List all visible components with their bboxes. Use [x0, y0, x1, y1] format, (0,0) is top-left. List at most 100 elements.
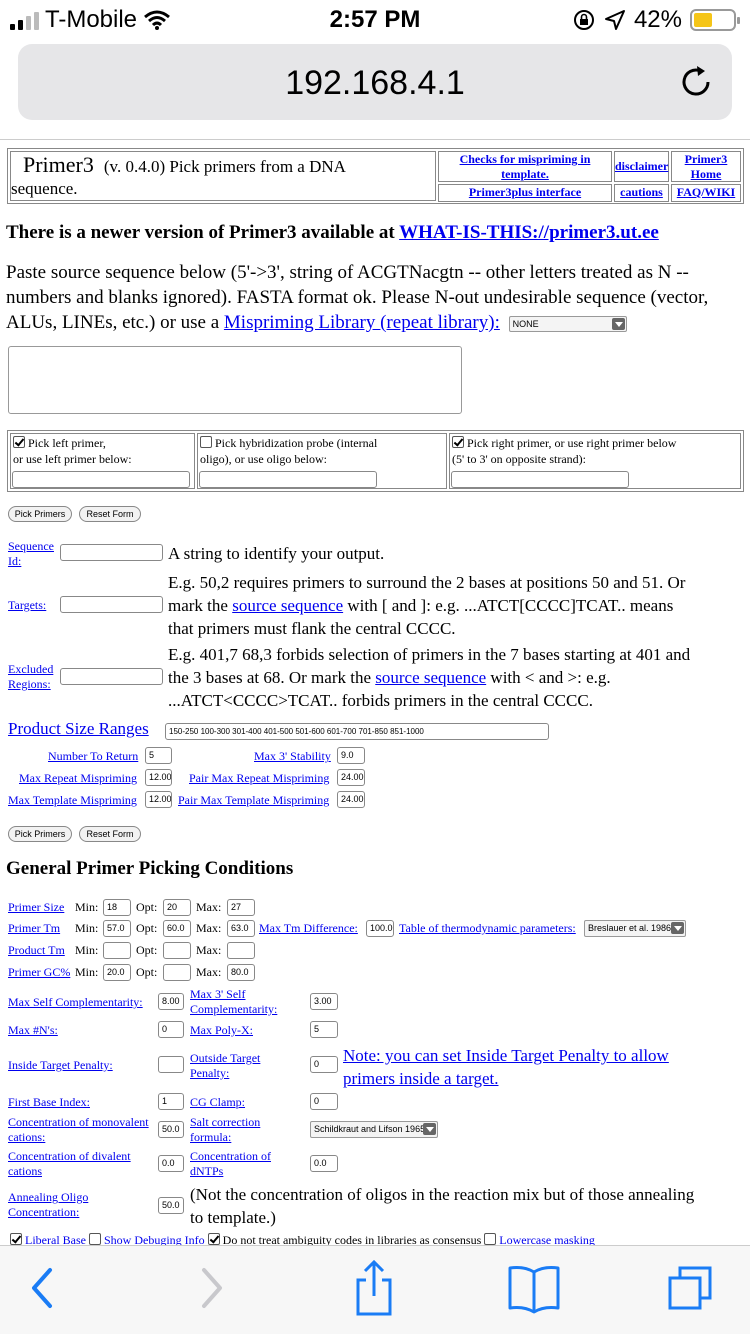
tm-difference-label[interactable]: Max Tm Difference: — [259, 921, 358, 936]
pick-right-checkbox[interactable] — [452, 436, 464, 448]
link-faq-wiki[interactable]: FAQ/WIKI — [677, 185, 735, 199]
first-base-input[interactable]: 1 — [158, 1093, 184, 1110]
lowercase-masking-checkbox[interactable] — [484, 1233, 497, 1245]
first-base-label[interactable]: First Base Index: — [8, 1095, 90, 1110]
product-size-input[interactable]: 150-250 100-300 301-400 401-500 501-600 … — [165, 723, 549, 740]
self-comp-input[interactable]: 8.00 — [158, 993, 184, 1010]
targets-input[interactable] — [60, 596, 163, 613]
gc-clamp-input[interactable]: 0 — [310, 1093, 338, 1110]
num-return-input[interactable]: 5 — [145, 747, 172, 764]
link-disclaimer[interactable]: disclaimer — [615, 159, 668, 173]
primer-tm-opt[interactable]: 60.0 — [163, 920, 191, 937]
annealing-input[interactable]: 50.0 — [158, 1197, 184, 1214]
pair-template-input[interactable]: 24.00 — [337, 791, 365, 808]
share-icon[interactable] — [344, 1260, 404, 1316]
back-icon[interactable] — [14, 1260, 74, 1316]
forward-icon[interactable] — [180, 1260, 240, 1316]
max-template-input[interactable]: 12.00 — [145, 791, 172, 808]
outside-penalty-label[interactable]: Outside Target Penalty: — [190, 1051, 260, 1081]
link-mispriming-library[interactable]: Mispriming Library (repeat library): — [224, 312, 500, 333]
thermo-params-label[interactable]: Table of thermodynamic parameters: — [399, 921, 576, 936]
inside-penalty-note-link[interactable]: Note: you can set Inside Target Penalty … — [343, 1044, 669, 1090]
reset-form-button-2[interactable]: Reset Form — [79, 826, 141, 842]
sequence-id-input[interactable] — [60, 544, 163, 561]
poly-x-input[interactable]: 5 — [310, 1021, 338, 1038]
url-text[interactable]: 192.168.4.1 — [18, 64, 732, 103]
tabs-icon[interactable] — [664, 1260, 724, 1316]
link-cautions[interactable]: cautions — [620, 185, 663, 199]
self3-comp-input[interactable]: 3.00 — [310, 993, 338, 1010]
max-repeat-input[interactable]: 12.00 — [145, 769, 172, 786]
excluded-regions-label[interactable]: Excluded Regions: — [8, 662, 53, 692]
bookmarks-icon[interactable] — [504, 1260, 564, 1316]
pair-repeat-input[interactable]: 24.00 — [337, 769, 365, 786]
left-primer-input[interactable] — [12, 471, 190, 488]
primer-size-label[interactable]: Primer Size — [8, 900, 64, 915]
primer-gc-max[interactable]: 80.0 — [227, 964, 255, 981]
reload-icon[interactable] — [678, 64, 714, 100]
lowercase-masking-link[interactable]: Lowercase masking — [499, 1233, 595, 1245]
debug-info-checkbox[interactable] — [88, 1233, 101, 1245]
primer-size-max[interactable]: 27 — [227, 899, 255, 916]
primer-gc-min[interactable]: 20.0 — [103, 964, 131, 981]
monovalent-label[interactable]: Concentration of monovalent cations: — [8, 1115, 149, 1145]
poly-x-label[interactable]: Max Poly-X: — [190, 1023, 253, 1038]
sequence-id-label[interactable]: Sequence Id: — [8, 539, 54, 569]
thermo-params-select[interactable]: Breslauer et al. 1986 — [584, 920, 686, 937]
library-select[interactable]: NONE — [508, 315, 627, 332]
probe-input[interactable] — [199, 471, 377, 488]
divalent-input[interactable]: 0.0 — [158, 1155, 184, 1172]
link-mispriming-checks[interactable]: Checks for mispriming in template. — [460, 152, 591, 181]
pair-template-label[interactable]: Pair Max Template Mispriming — [178, 793, 329, 808]
max-n-input[interactable]: 0 — [158, 1021, 184, 1038]
link-primer3plus[interactable]: Primer3plus interface — [469, 185, 581, 199]
sequence-textarea[interactable] — [8, 346, 462, 414]
divalent-label[interactable]: Concentration of divalent cations — [8, 1149, 131, 1179]
reset-form-button[interactable]: Reset Form — [79, 506, 141, 522]
link-source-sequence-2[interactable]: source sequence — [375, 668, 486, 687]
primer-gc-opt[interactable] — [163, 964, 191, 981]
link-source-sequence[interactable]: source sequence — [232, 596, 343, 615]
pick-primers-button-2[interactable]: Pick Primers — [8, 826, 72, 842]
primer-tm-min[interactable]: 57.0 — [103, 920, 131, 937]
product-tm-max[interactable] — [227, 942, 255, 959]
pick-primers-button[interactable]: Pick Primers — [8, 506, 72, 522]
dntp-label[interactable]: Concentration of dNTPs — [190, 1149, 271, 1179]
pick-left-checkbox[interactable] — [13, 436, 25, 448]
link-newer-version[interactable]: WHAT-IS-THIS://primer3.ut.ee — [399, 222, 659, 243]
excluded-regions-input[interactable] — [60, 668, 163, 685]
link-primer3-home[interactable]: Primer3 Home — [685, 152, 728, 181]
max-n-label[interactable]: Max #N's: — [8, 1023, 58, 1038]
targets-label[interactable]: Targets: — [8, 598, 46, 613]
salt-correction-select[interactable]: Schildkraut and Lifson 1965 — [310, 1121, 438, 1138]
gc-clamp-label[interactable]: CG Clamp: — [190, 1095, 245, 1110]
liberal-base-checkbox[interactable] — [10, 1233, 22, 1245]
liberal-base-link[interactable]: Liberal Base — [25, 1233, 86, 1245]
max3-stability-input[interactable]: 9.0 — [337, 747, 365, 764]
salt-correction-label[interactable]: Salt correction formula: — [190, 1115, 260, 1145]
product-tm-min[interactable] — [103, 942, 131, 959]
monovalent-input[interactable]: 50.0 — [158, 1121, 184, 1138]
annealing-label[interactable]: Annealing Oligo Concentration: — [8, 1190, 88, 1220]
num-return-label[interactable]: Number To Return — [48, 749, 138, 764]
primer-tm-max[interactable]: 63.0 — [227, 920, 255, 937]
primer-gc-label[interactable]: Primer GC% — [8, 965, 70, 980]
self-comp-label[interactable]: Max Self Complementarity: — [8, 995, 143, 1010]
product-tm-opt[interactable] — [163, 942, 191, 959]
tm-difference-input[interactable]: 100.0 — [366, 920, 394, 937]
address-bar[interactable]: 192.168.4.1 — [18, 44, 732, 120]
max3-stability-label[interactable]: Max 3' Stability — [254, 749, 331, 764]
primer-size-min[interactable]: 18 — [103, 899, 131, 916]
inside-penalty-input[interactable] — [158, 1056, 184, 1073]
pick-probe-checkbox[interactable] — [200, 436, 212, 448]
right-primer-input[interactable] — [451, 471, 629, 488]
product-tm-label[interactable]: Product Tm — [8, 943, 65, 958]
ambiguity-checkbox[interactable] — [207, 1233, 220, 1245]
max-repeat-label[interactable]: Max Repeat Mispriming — [19, 771, 137, 786]
debug-info-link[interactable]: Show Debuging Info — [104, 1233, 205, 1245]
product-size-label[interactable]: Product Size Ranges — [8, 719, 149, 739]
pair-repeat-label[interactable]: Pair Max Repeat Mispriming — [189, 771, 329, 786]
outside-penalty-input[interactable]: 0 — [310, 1056, 338, 1073]
inside-penalty-label[interactable]: Inside Target Penalty: — [8, 1058, 113, 1073]
self3-comp-label[interactable]: Max 3' Self Complementarity: — [190, 987, 277, 1017]
